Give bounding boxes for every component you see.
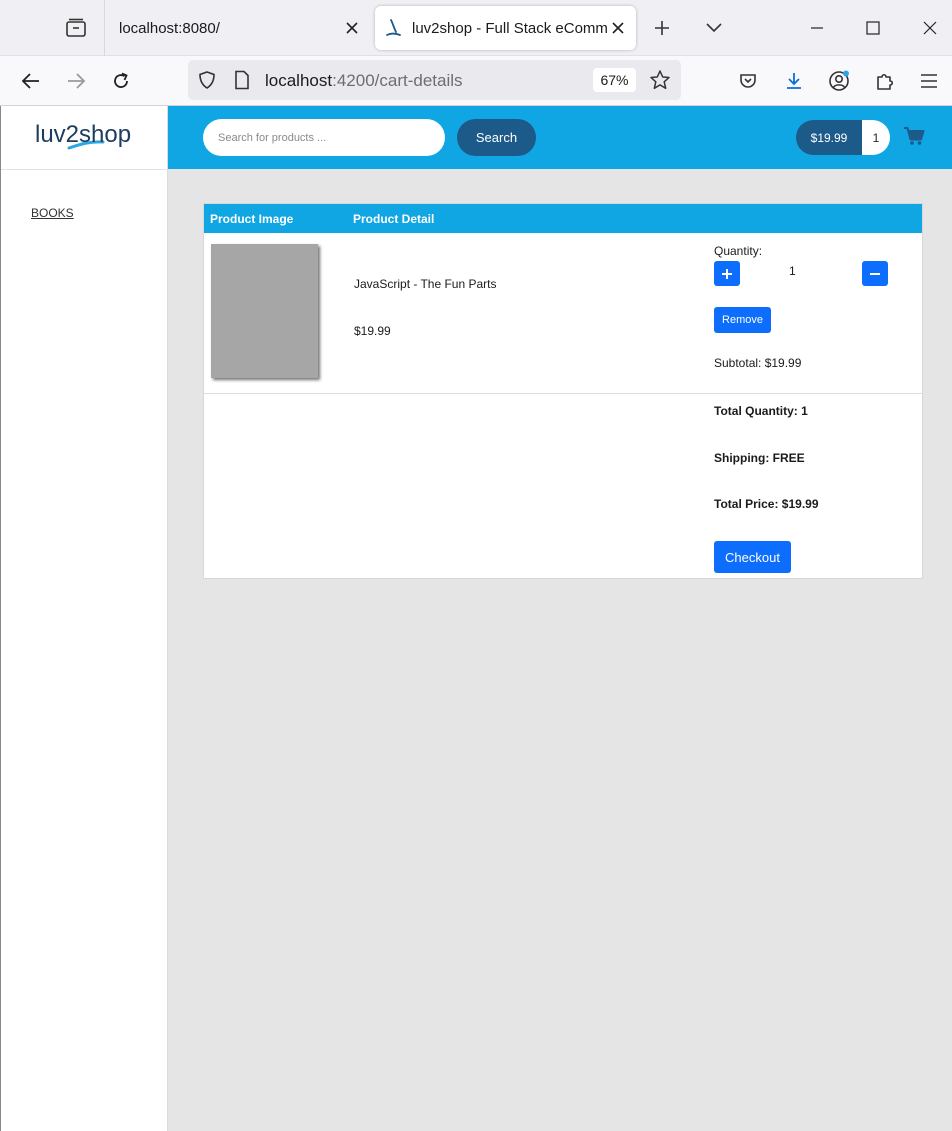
column-header-product-detail: Product Detail bbox=[353, 212, 435, 226]
luv2shop-logo: luv2shop bbox=[35, 121, 131, 149]
plus-icon[interactable] bbox=[650, 16, 674, 40]
page-viewport: luv2shop BOOKS Search $19.99 1 Product I… bbox=[0, 106, 952, 1131]
tab-title: localhost:8080/ bbox=[119, 19, 220, 37]
cart-status[interactable]: $19.99 1 bbox=[796, 120, 890, 155]
chevron-down-icon[interactable] bbox=[702, 16, 726, 40]
forward-arrow-icon[interactable] bbox=[62, 67, 90, 95]
product-image bbox=[211, 244, 318, 378]
product-name: JavaScript - The Fun Parts bbox=[354, 277, 497, 291]
decrement-quantity-button[interactable] bbox=[862, 261, 888, 286]
sidebar: luv2shop BOOKS bbox=[0, 106, 168, 1131]
back-arrow-icon[interactable] bbox=[17, 67, 45, 95]
download-icon[interactable] bbox=[780, 67, 808, 95]
tab-separator bbox=[104, 0, 105, 56]
search-input[interactable] bbox=[203, 119, 445, 156]
browser-tab-bar: localhost:8080/ luv2shop - Full Stack eC… bbox=[0, 0, 952, 56]
close-icon[interactable] bbox=[342, 18, 362, 38]
minimize-icon[interactable] bbox=[803, 14, 831, 42]
account-icon[interactable] bbox=[825, 67, 853, 95]
cart-item-count: 1 bbox=[862, 120, 890, 155]
luv2shop-favicon-icon bbox=[384, 18, 402, 42]
star-icon[interactable] bbox=[649, 69, 671, 96]
total-quantity: Total Quantity: 1 bbox=[714, 404, 808, 418]
reload-icon[interactable] bbox=[107, 67, 135, 95]
page-icon[interactable] bbox=[233, 70, 251, 95]
cart-total-price: $19.99 bbox=[796, 120, 862, 155]
tab-luv2shop[interactable]: luv2shop - Full Stack eCommerce bbox=[375, 6, 636, 50]
url-bar[interactable]: localhost:4200/cart-details 67% bbox=[188, 60, 681, 100]
hamburger-menu-icon[interactable] bbox=[915, 67, 943, 95]
row-divider bbox=[204, 393, 922, 394]
close-icon[interactable] bbox=[608, 18, 628, 38]
total-price: Total Price: $19.99 bbox=[714, 497, 819, 511]
tab-localhost-8080[interactable]: localhost:8080/ bbox=[106, 6, 370, 50]
quantity-value: 1 bbox=[789, 264, 796, 278]
column-header-product-image: Product Image bbox=[210, 212, 294, 226]
minus-icon bbox=[870, 272, 880, 275]
table-header: Product Image Product Detail bbox=[204, 204, 922, 233]
pocket-icon[interactable] bbox=[734, 67, 762, 95]
remove-button[interactable]: Remove bbox=[714, 307, 771, 333]
url-path: :4200/cart-details bbox=[332, 71, 463, 90]
browser-nav-bar: localhost:4200/cart-details 67% bbox=[0, 56, 952, 106]
maximize-icon[interactable] bbox=[859, 14, 887, 42]
sidebar-item-books[interactable]: BOOKS bbox=[31, 206, 74, 220]
url-host: localhost bbox=[265, 71, 333, 90]
zoom-level[interactable]: 67% bbox=[593, 68, 636, 92]
plus-icon bbox=[722, 268, 732, 279]
brand-name: luv2shop bbox=[35, 121, 131, 148]
url-text: localhost:4200/cart-details bbox=[265, 71, 463, 91]
tab-title: luv2shop - Full Stack eCommerce bbox=[412, 19, 608, 37]
shipping-status: Shipping: FREE bbox=[714, 451, 805, 465]
increment-quantity-button[interactable] bbox=[714, 261, 740, 286]
window-close-icon[interactable] bbox=[916, 14, 944, 42]
item-subtotal: Subtotal: $19.99 bbox=[714, 356, 802, 370]
shopping-cart-icon[interactable] bbox=[903, 126, 925, 151]
brand-logo[interactable]: luv2shop bbox=[1, 106, 168, 170]
checkout-button[interactable]: Checkout bbox=[714, 541, 791, 573]
product-price: $19.99 bbox=[354, 324, 391, 338]
puzzle-icon[interactable] bbox=[871, 67, 899, 95]
shield-icon[interactable] bbox=[197, 70, 217, 95]
app-header: Search $19.99 1 bbox=[168, 106, 952, 169]
tab-manager-icon[interactable] bbox=[56, 12, 96, 44]
quantity-label: Quantity: bbox=[714, 244, 763, 258]
search-button[interactable]: Search bbox=[457, 119, 536, 156]
cart-details-table: Product Image Product Detail JavaScript … bbox=[203, 203, 923, 579]
